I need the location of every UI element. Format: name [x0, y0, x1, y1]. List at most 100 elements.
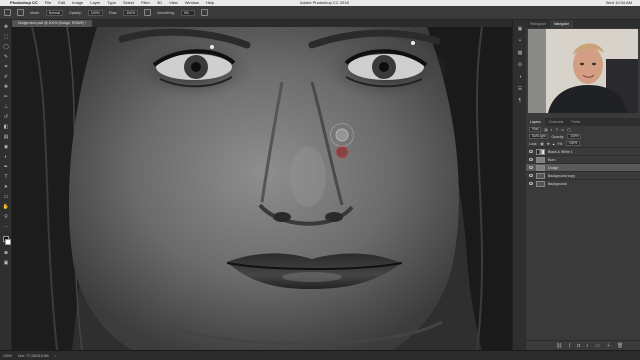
layer-thumbnail — [536, 180, 545, 187]
opacity-field[interactable]: 100% — [87, 9, 103, 16]
blend-row: Soft Light Opacity: 100% — [526, 133, 640, 140]
lasso-tool-icon[interactable]: ◯ — [2, 44, 10, 50]
layer-thumbnail — [536, 172, 545, 179]
pen-tool-icon[interactable]: ✒ — [2, 164, 10, 170]
adjustment-filter-icon[interactable]: ◐ — [551, 128, 553, 132]
clone-stamp-tool-icon[interactable]: ⊥ — [2, 104, 10, 110]
marquee-tool-icon[interactable]: ⬚ — [2, 34, 10, 40]
layer-name: Background — [548, 181, 567, 186]
zoom-level[interactable]: 100% — [3, 354, 12, 358]
delete-layer-icon[interactable]: 🗑︎ — [617, 343, 623, 349]
adjustments-panel-icon[interactable]: ◑ — [516, 74, 524, 80]
shape-filter-icon[interactable]: ▭ — [561, 128, 564, 132]
pixel-filter-icon[interactable]: ▨ — [544, 128, 547, 132]
lock-position-icon[interactable]: ✥ — [547, 142, 550, 146]
airbrush-icon[interactable] — [144, 9, 152, 16]
smart-object-filter-icon[interactable]: ▢ — [567, 128, 570, 132]
visibility-eye-icon[interactable] — [529, 166, 533, 169]
smoothing-field[interactable]: 0% — [180, 9, 195, 16]
layer-row[interactable]: Burn — [526, 155, 640, 163]
mode-select[interactable]: Normal — [45, 9, 64, 16]
new-layer-icon[interactable]: ＋ — [606, 342, 611, 349]
blend-mode-select[interactable]: Soft Light — [529, 134, 549, 139]
flow-field[interactable]: 100% — [123, 9, 139, 16]
color-panel-icon[interactable]: ◓ — [516, 38, 524, 44]
type-filter-icon[interactable]: T — [556, 128, 558, 132]
blur-tool-icon[interactable]: ◉ — [2, 144, 10, 150]
layer-thumbnail — [536, 164, 545, 171]
portrait-image — [12, 27, 512, 350]
new-adjustment-icon[interactable]: ◐ — [586, 343, 589, 349]
dodge-tool-icon[interactable]: ◐ — [2, 154, 10, 160]
visibility-eye-icon[interactable] — [529, 182, 533, 185]
layer-name: Black & White 1 — [548, 149, 573, 154]
shape-tool-icon[interactable]: ▭ — [2, 194, 10, 200]
presenter-video — [528, 29, 638, 113]
background-color-swatch[interactable] — [5, 239, 11, 245]
libraries-panel-icon[interactable]: ☰ — [516, 86, 524, 92]
lock-all-icon[interactable]: 🔒︎ — [553, 142, 555, 146]
tab-channels[interactable]: Channels — [545, 118, 568, 126]
fill-field[interactable]: 100% — [565, 141, 581, 146]
healing-brush-tool-icon[interactable]: ✚ — [2, 84, 10, 90]
brush-cursor — [330, 123, 354, 147]
visibility-eye-icon[interactable] — [529, 174, 533, 177]
lock-label: Lock: — [529, 141, 538, 146]
brush-preset-icon[interactable] — [17, 9, 24, 16]
zoom-tool-icon[interactable]: ⚲ — [2, 214, 10, 220]
visibility-eye-icon[interactable] — [529, 150, 533, 153]
add-mask-icon[interactable]: ◘ — [577, 343, 580, 349]
path-select-tool-icon[interactable]: ➤ — [2, 184, 10, 190]
history-brush-tool-icon[interactable]: ↺ — [2, 114, 10, 120]
hand-tool-icon[interactable]: ✋ — [2, 204, 10, 210]
paragraph-panel-icon[interactable]: ¶ — [516, 98, 524, 104]
mode-label: Mode: — [30, 10, 40, 15]
status-menu-chevron-icon[interactable]: › — [55, 354, 56, 358]
document-canvas[interactable] — [12, 27, 512, 350]
options-bar: Mode: Normal Opacity: 100% Flow: 100% Sm… — [0, 6, 640, 20]
quick-select-tool-icon[interactable]: ✎ — [2, 54, 10, 60]
lock-pixels-icon[interactable]: ▦ — [540, 142, 543, 146]
collapsed-panels-strip: ▣ ◓ ▦ ⚙ ◑ ☰ ¶ — [512, 20, 526, 350]
tab-layers[interactable]: Layers — [526, 118, 545, 126]
type-tool-icon[interactable]: T — [2, 174, 10, 180]
properties-panel-icon[interactable]: ⚙ — [516, 62, 524, 68]
screen-mode-icon[interactable]: ▣ — [2, 260, 10, 266]
tab-navigator[interactable]: Navigator — [549, 20, 573, 28]
crop-tool-icon[interactable]: ⌗ — [2, 64, 10, 70]
brush-tool-icon[interactable]: ✏ — [2, 94, 10, 100]
adjustment-thumbnail — [536, 148, 545, 155]
visibility-eye-icon[interactable] — [529, 158, 533, 161]
document-tab[interactable]: Dodge-burn.psd @ 100% (Dodge, RGB/8) * — [12, 20, 92, 27]
layer-name: Background copy — [548, 173, 576, 178]
home-icon[interactable] — [4, 9, 11, 16]
history-panel-icon[interactable]: ▣ — [516, 26, 524, 32]
fill-label: Fill: — [557, 141, 563, 146]
layer-name: Dodge — [548, 165, 559, 170]
lock-row: Lock: ▦ ✥ 🔒︎ Fill: 100% — [526, 140, 640, 147]
eyedropper-tool-icon[interactable]: ✐ — [2, 74, 10, 80]
swatches-panel-icon[interactable]: ▦ — [516, 50, 524, 56]
new-group-icon[interactable]: ▭ — [595, 343, 600, 349]
tab-histogram[interactable]: Histogram — [526, 20, 550, 28]
layer-row[interactable]: Background copy — [526, 171, 640, 179]
layer-row[interactable]: Dodge — [526, 163, 640, 171]
layer-opacity-field[interactable]: 100% — [567, 134, 582, 139]
opacity-label: Opacity: — [551, 134, 565, 139]
layer-row[interactable]: Black & White 1 — [526, 147, 640, 155]
layer-row[interactable]: Background — [526, 179, 640, 187]
eraser-tool-icon[interactable]: ◧ — [2, 124, 10, 130]
tab-paths[interactable]: Paths — [567, 118, 584, 126]
document-info[interactable]: Doc: 77.1M/218.9M — [18, 354, 49, 358]
link-layers-icon[interactable]: ⛓ — [556, 343, 562, 349]
layers-panel-tabs: Layers Channels Paths — [526, 118, 640, 126]
layer-style-icon[interactable]: ƒ — [568, 343, 571, 349]
tools-panel: ✥ ⬚ ◯ ✎ ⌗ ✐ ✚ ✏ ⊥ ↺ ◧ ▤ ◉ ◐ ✒ T ➤ ▭ ✋ ⚲ … — [0, 20, 12, 350]
flow-label: Flow: — [108, 10, 118, 15]
smoothing-settings-icon[interactable] — [200, 9, 208, 16]
gradient-tool-icon[interactable]: ▤ — [2, 134, 10, 140]
move-tool-icon[interactable]: ✥ — [2, 24, 10, 30]
kind-filter-select[interactable]: Kind — [529, 127, 542, 132]
more-tools-icon[interactable]: ⋯ — [2, 224, 10, 230]
quick-mask-icon[interactable]: ◙ — [2, 250, 10, 256]
